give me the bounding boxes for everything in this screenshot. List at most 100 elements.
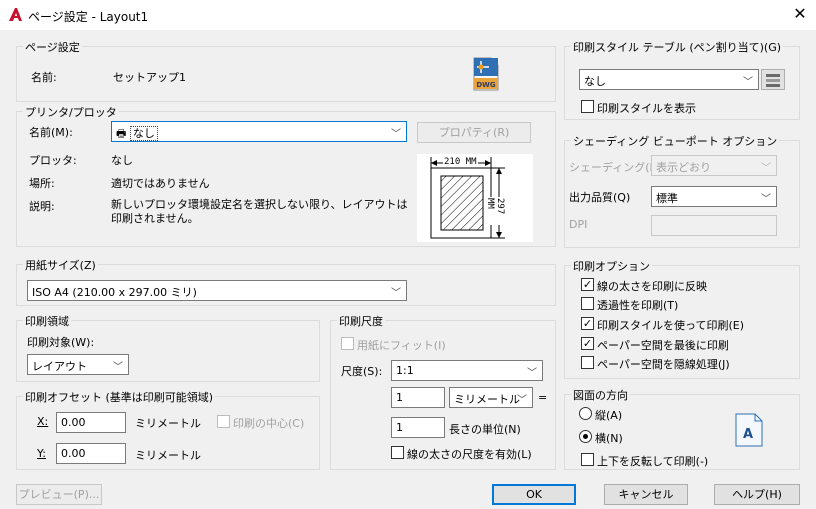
show-plot-styles-label: 印刷スタイルを表示 xyxy=(597,102,696,115)
offset-x-input[interactable]: 0.00 xyxy=(56,412,126,433)
chevron-down-icon: ﹀ xyxy=(527,368,537,379)
orientation-icon-letter: A xyxy=(743,427,753,442)
printer-name-label: 名前(M): xyxy=(29,126,73,139)
printer-icon: 🖶 xyxy=(116,127,130,140)
plot-with-styles-checkbox[interactable]: ✓ xyxy=(581,317,594,330)
preview-button[interactable]: プレビュー(P)... xyxy=(16,484,102,505)
scale-label: 尺度(S): xyxy=(341,365,383,378)
scale-value: 1:1 xyxy=(396,364,414,377)
dpi-input[interactable] xyxy=(651,215,777,236)
center-plot-label: 印刷の中心(C) xyxy=(233,417,305,430)
hide-paperspace-label: ペーパー空間を隠線処理(J) xyxy=(597,358,730,371)
plot-area-group: 印刷領域 印刷対象(W): レイアウト ﹀ xyxy=(16,313,320,382)
paper-preview: 210 MM 297 MM xyxy=(417,154,533,242)
quality-value: 標準 xyxy=(656,192,678,205)
close-icon[interactable]: ✕ xyxy=(790,4,810,24)
portrait-label: 縦(A) xyxy=(595,409,623,422)
plot-area-group-label: 印刷領域 xyxy=(23,313,71,329)
shaded-viewport-group: シェーディング ビューポート オプション シェーディング(D) 表示どおり ﹀ … xyxy=(564,133,800,248)
offset-y-unit: ミリメートル xyxy=(135,449,201,462)
description-value: 新しいプロッタ環境設定名を選択しない限り、レイアウトは印刷されません。 xyxy=(111,198,408,225)
plotter-label: プロッタ: xyxy=(29,154,77,167)
fit-to-paper-checkbox[interactable] xyxy=(341,337,354,350)
dwg-icon-text: DWG xyxy=(476,81,496,89)
plot-style-table-group-label: 印刷スタイル テーブル (ペン割り当て)(G) xyxy=(571,39,784,55)
title-bar: ページ設定 - Layout1 ✕ xyxy=(0,0,816,30)
plotter-value: なし xyxy=(111,154,133,167)
paper-height-label: 297 MM xyxy=(485,197,505,225)
printer-name-select[interactable]: 🖶 なし ﹀ xyxy=(111,121,407,142)
drawing-units-input[interactable]: 1 xyxy=(391,417,445,438)
paper-width-label: 210 MM xyxy=(443,157,478,167)
plot-scale-group-label: 印刷尺度 xyxy=(337,313,385,329)
plot-transparency-checkbox[interactable] xyxy=(581,297,594,310)
show-plot-styles-checkbox[interactable] xyxy=(581,100,594,113)
paper-size-select[interactable]: ISO A4 (210.00 x 297.00 ミリ) ﹀ xyxy=(27,280,407,301)
quality-select[interactable]: 標準 ﹀ xyxy=(651,186,777,207)
plot-lineweights-checkbox[interactable]: ✓ xyxy=(581,278,594,291)
hide-paperspace-checkbox[interactable] xyxy=(581,356,594,369)
location-value: 適切ではありません xyxy=(111,177,210,190)
paper-size-group: 用紙サイズ(Z) ISO A4 (210.00 x 297.00 ミリ) ﹀ xyxy=(16,257,556,306)
equals-sign: = xyxy=(538,391,548,404)
plot-scale-group: 印刷尺度 用紙にフィット(I) 尺度(S): 1:1 ﹀ 1 ミリメートル ﹀ … xyxy=(330,313,556,470)
plot-style-table-select[interactable]: なし ﹀ xyxy=(579,69,759,90)
cancel-button[interactable]: キャンセル xyxy=(604,484,688,505)
units-select[interactable]: ミリメートル ﹀ xyxy=(449,387,533,408)
ok-button[interactable]: OK xyxy=(492,484,576,505)
chevron-down-icon: ﹀ xyxy=(113,362,123,373)
page-setup-name-value: セットアップ1 xyxy=(113,71,186,84)
upside-down-label: 上下を反転して印刷(-) xyxy=(597,455,709,468)
quality-label: 出力品質(Q) xyxy=(569,191,631,204)
plot-paperspace-last-label: ペーパー空間を最後に印刷 xyxy=(597,339,729,352)
description-label: 説明: xyxy=(29,200,55,213)
dwg-file-icon: DWG xyxy=(473,57,499,91)
plot-offset-group: 印刷オフセット (基準は印刷可能領域) X: 0.00 ミリメートル 印刷の中心… xyxy=(16,389,320,470)
upside-down-checkbox[interactable] xyxy=(581,453,594,466)
landscape-label: 横(N) xyxy=(595,432,623,445)
scale-lineweights-label: 線の太さの尺度を有効(L) xyxy=(407,448,532,461)
plot-target-select[interactable]: レイアウト ﹀ xyxy=(27,354,129,375)
chevron-down-icon: ﹀ xyxy=(761,163,771,174)
center-plot-checkbox[interactable] xyxy=(217,415,230,428)
plot-offset-group-label: 印刷オフセット (基準は印刷可能領域) xyxy=(23,389,216,405)
printer-group: プリンタ/プロッタ 名前(M): 🖶 なし ﹀ プロパティ(R) プロッタ: な… xyxy=(16,104,556,247)
shade-plot-value: 表示どおり xyxy=(656,161,711,174)
chevron-down-icon: ﹀ xyxy=(517,395,527,406)
help-button[interactable]: ヘルプ(H) xyxy=(714,484,800,505)
page-setup-group-label: ページ設定 xyxy=(23,39,82,55)
fit-to-paper-label: 用紙にフィット(I) xyxy=(357,339,446,352)
chevron-down-icon: ﹀ xyxy=(761,194,771,205)
unit-length-label: 長さの単位(N) xyxy=(449,423,521,436)
dpi-label: DPI xyxy=(569,218,588,231)
plot-style-table-group: 印刷スタイル テーブル (ペン割り当て)(G) なし ﹀ 印刷スタイルを表示 xyxy=(564,39,800,120)
paper-size-value: ISO A4 (210.00 x 297.00 ミリ) xyxy=(32,286,197,299)
plot-options-group-label: 印刷オプション xyxy=(571,258,652,274)
portrait-radio[interactable] xyxy=(579,407,592,420)
printer-name-value: なし xyxy=(129,126,158,141)
landscape-radio[interactable] xyxy=(579,430,592,443)
plot-target-value: レイアウト xyxy=(32,360,87,373)
shade-plot-label: シェーディング(D) xyxy=(569,161,663,174)
units-value: ミリメートル xyxy=(454,393,520,406)
paper-units-input[interactable]: 1 xyxy=(391,387,445,408)
shade-plot-select[interactable]: 表示どおり ﹀ xyxy=(651,155,777,176)
offset-x-label: X: xyxy=(37,415,49,428)
plot-lineweights-label: 線の太さを印刷に反映 xyxy=(597,280,707,293)
offset-y-input[interactable]: 0.00 xyxy=(56,443,126,464)
plot-style-edit-icon xyxy=(766,74,780,87)
plot-style-table-value: なし xyxy=(584,75,606,88)
plot-style-edit-button[interactable] xyxy=(761,69,785,90)
scale-select[interactable]: 1:1 ﹀ xyxy=(391,360,543,381)
scale-lineweights-checkbox[interactable] xyxy=(391,446,404,459)
page-setup-group: ページ設定 名前: セットアップ1 DWG xyxy=(16,39,556,102)
page-setup-name-label: 名前: xyxy=(31,71,57,84)
plot-paperspace-last-checkbox[interactable]: ✓ xyxy=(581,337,594,350)
properties-button[interactable]: プロパティ(R) xyxy=(417,122,531,143)
landscape-orientation-icon: A xyxy=(735,413,763,447)
shaded-viewport-group-label: シェーディング ビューポート オプション xyxy=(571,133,780,149)
paper-size-group-label: 用紙サイズ(Z) xyxy=(23,257,98,273)
plot-target-label: 印刷対象(W): xyxy=(27,336,95,349)
autocad-a-icon xyxy=(9,8,22,21)
offset-y-label: Y: xyxy=(37,447,46,460)
